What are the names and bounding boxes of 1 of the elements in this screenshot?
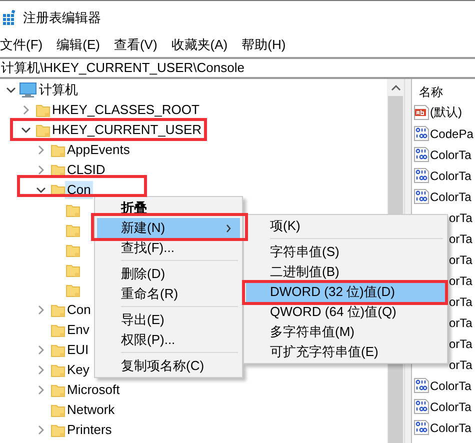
window-title: 注册表编辑器	[23, 8, 101, 26]
